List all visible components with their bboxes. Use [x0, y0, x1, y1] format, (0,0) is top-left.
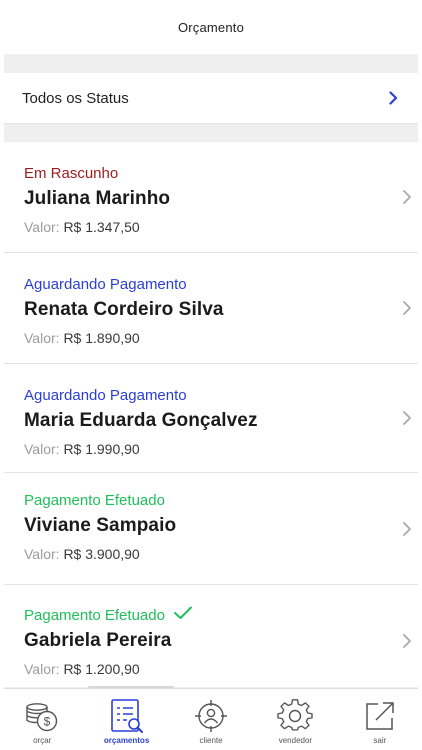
- tab-cliente[interactable]: cliente: [169, 689, 253, 750]
- value-amount: R$ 1.200,90: [63, 661, 140, 677]
- status-label: Aguardando Pagamento: [24, 276, 187, 293]
- value-amount: R$ 1.890,90: [63, 330, 140, 346]
- status-filter[interactable]: Todos os Status: [0, 73, 422, 124]
- svg-text:$: $: [44, 715, 51, 729]
- budget-list: Em Rascunho Juliana Marinho Valor: R$ 1.…: [0, 142, 422, 687]
- document-search-icon: [109, 698, 145, 734]
- value-label: Valor:: [24, 661, 60, 677]
- tab-label: orçar: [33, 736, 52, 745]
- chevron-right-icon: [400, 189, 414, 205]
- customer-name: Maria Eduarda Gonçalvez: [24, 410, 258, 431]
- value-amount: R$ 1.990,90: [63, 441, 140, 457]
- chevron-right-icon: [400, 633, 414, 649]
- user-target-icon: [193, 698, 229, 734]
- tab-label: cliente: [199, 736, 223, 745]
- budget-list-item[interactable]: Em Rascunho Juliana Marinho Valor: R$ 1.…: [0, 142, 422, 253]
- value-amount: R$ 3.900,90: [63, 546, 140, 562]
- value-row: Valor: R$ 1.200,90: [24, 660, 400, 678]
- app-screen: Orçamento Todos os Status Em Rascunho Ju…: [0, 0, 422, 750]
- tab-label: sair: [373, 736, 387, 745]
- customer-name: Juliana Marinho: [24, 188, 171, 209]
- exit-arrow-icon: [362, 698, 398, 734]
- value-amount: R$ 1.347,50: [63, 219, 140, 235]
- tab-bar: $ orçar orçamentos cliente vendedor sair: [0, 688, 422, 750]
- value-row: Valor: R$ 1.890,90: [24, 329, 400, 347]
- value-label: Valor:: [24, 219, 60, 235]
- checkmark-icon: [173, 606, 193, 625]
- status-text: Pagamento Efetuado: [24, 492, 400, 510]
- coins-dollar-icon: $: [24, 698, 60, 734]
- status-label: Aguardando Pagamento: [24, 387, 187, 404]
- value-row: Valor: R$ 1.347,50: [24, 218, 400, 236]
- customer-name: Gabriela Pereira: [24, 630, 172, 651]
- value-row: Valor: R$ 1.990,90: [24, 440, 400, 458]
- status-filter-label: Todos os Status: [22, 89, 129, 107]
- budget-list-item[interactable]: Aguardando Pagamento Renata Cordeiro Sil…: [0, 253, 422, 364]
- tab-orcar[interactable]: $ orçar: [0, 689, 84, 750]
- tab-sair[interactable]: sair: [338, 689, 422, 750]
- customer-name: Viviane Sampaio: [24, 515, 177, 536]
- status-label: Pagamento Efetuado: [24, 606, 165, 624]
- customer-name: Renata Cordeiro Silva: [24, 299, 224, 320]
- page-title: Orçamento: [177, 19, 245, 35]
- gear-icon: [277, 698, 314, 734]
- tab-label: orçamentos: [103, 736, 150, 745]
- tab-vendedor[interactable]: vendedor: [253, 689, 337, 750]
- status-label: Em Rascunho: [24, 165, 119, 182]
- value-row: Valor: R$ 3.900,90: [24, 545, 400, 563]
- budget-list-item[interactable]: Pagamento Efetuado Gabriela Pereira Valo…: [0, 585, 422, 687]
- budget-list-item[interactable]: Aguardando Pagamento Maria Eduarda Gonça…: [0, 364, 422, 473]
- chevron-right-icon: [400, 410, 414, 426]
- chevron-right-icon: [400, 300, 414, 316]
- navigation-bar: Orçamento: [0, 0, 422, 54]
- tab-label: vendedor: [278, 736, 313, 745]
- status-text: Aguardando Pagamento: [24, 387, 400, 405]
- value-label: Valor:: [24, 546, 60, 562]
- tab-orcamentos[interactable]: orçamentos: [84, 689, 168, 750]
- value-label: Valor:: [24, 330, 60, 346]
- status-text: Pagamento Efetuado: [24, 606, 400, 625]
- chevron-right-icon: [400, 521, 414, 537]
- budget-list-item[interactable]: Pagamento Efetuado Viviane Sampaio Valor…: [0, 473, 422, 585]
- status-text: Aguardando Pagamento: [24, 276, 400, 294]
- chevron-right-icon: [386, 91, 400, 105]
- status-text: Em Rascunho: [24, 165, 400, 183]
- value-label: Valor:: [24, 441, 60, 457]
- status-label: Pagamento Efetuado: [24, 492, 165, 509]
